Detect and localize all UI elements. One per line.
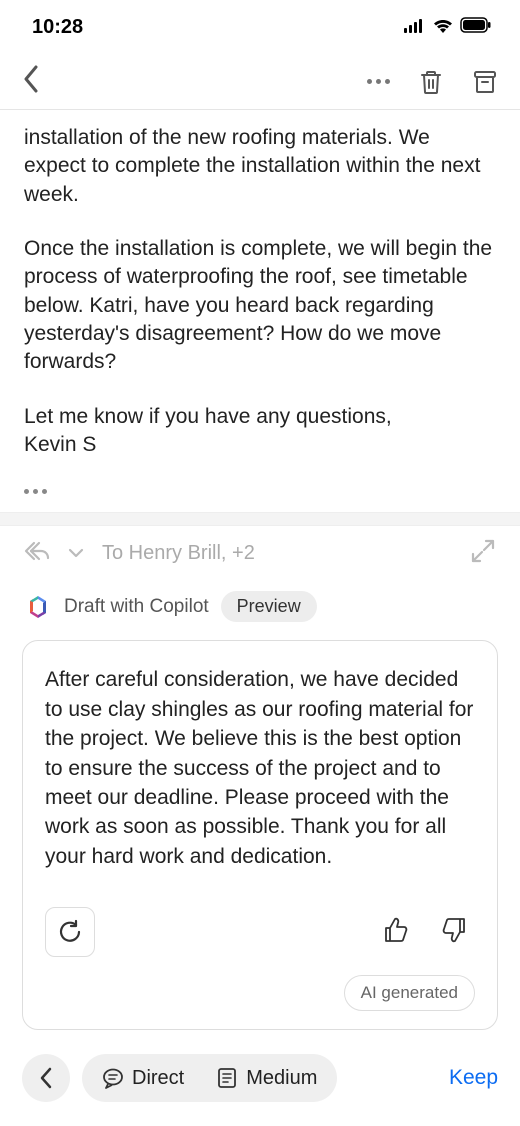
nav-actions [367,69,498,95]
draft-text: After careful consideration, we have dec… [45,665,475,871]
length-medium-button[interactable]: Medium [200,1067,333,1090]
copilot-label: Draft with Copilot [64,596,209,618]
status-bar: 10:28 [0,0,520,54]
bottom-bar: Direct Medium Keep [0,1040,520,1116]
section-divider [0,512,520,526]
trash-icon[interactable] [418,69,444,95]
preview-badge: Preview [221,591,317,622]
thumbs-down-icon[interactable] [441,916,469,949]
email-body: installation of the new roofing material… [0,110,520,481]
signal-icon [404,16,426,39]
length-medium-label: Medium [246,1067,317,1090]
email-paragraph: installation of the new roofing material… [24,124,496,209]
wifi-icon [432,16,454,39]
regenerate-button[interactable] [45,907,95,957]
tone-pill-group: Direct Medium [82,1054,337,1102]
nav-bar [0,54,520,110]
battery-icon [460,16,492,39]
expand-icon[interactable] [470,538,496,569]
email-more-icon[interactable] [0,481,520,512]
draft-card: After careful consideration, we have dec… [22,640,498,1030]
tone-direct-label: Direct [132,1067,184,1090]
chevron-down-icon[interactable] [68,545,84,563]
ai-generated-badge: AI generated [344,975,475,1011]
reply-all-icon[interactable] [24,541,50,566]
status-time: 10:28 [32,16,83,39]
copilot-row: Draft with Copilot Preview [0,577,520,630]
ai-row: AI generated [45,975,475,1011]
keep-button[interactable]: Keep [449,1066,498,1090]
reply-to-line[interactable]: To Henry Brill, +2 [102,542,255,565]
more-icon[interactable] [367,79,390,84]
archive-icon[interactable] [472,69,498,95]
copilot-icon [24,593,52,621]
back-button[interactable] [22,65,40,98]
draft-actions [45,907,475,957]
tone-direct-button[interactable]: Direct [86,1067,200,1090]
email-closing: Let me know if you have any questions, [24,403,496,431]
reply-header: To Henry Brill, +2 [0,526,520,577]
feedback-buttons [381,916,475,949]
thumbs-up-icon[interactable] [381,916,409,949]
status-indicators [404,16,492,39]
email-signature: Kevin S [24,431,496,459]
email-paragraph: Once the installation is complete, we wi… [24,235,496,377]
back-option-button[interactable] [22,1054,70,1102]
